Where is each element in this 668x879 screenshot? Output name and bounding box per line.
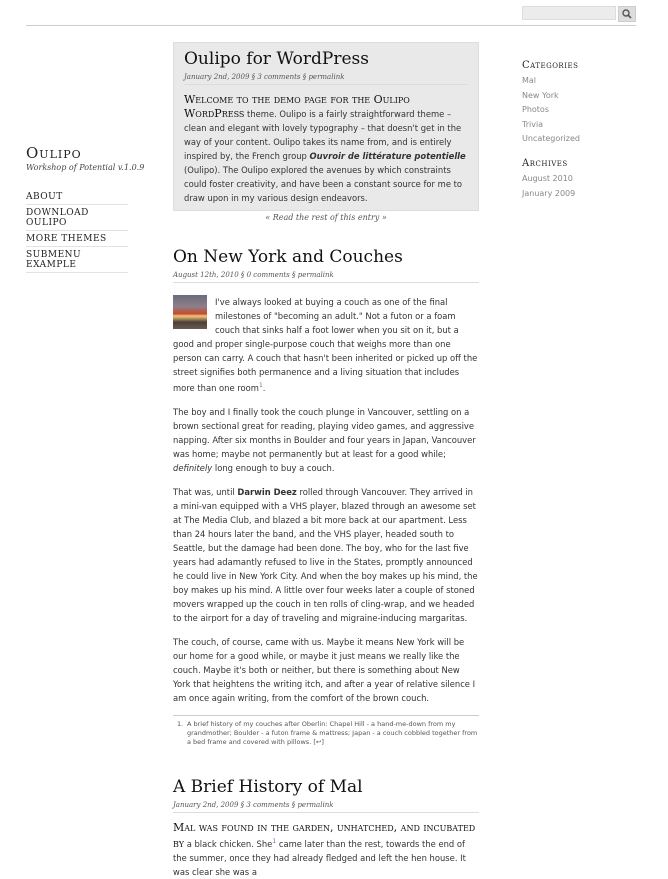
site-branding: Oulipo Workshop of Potential v.1.0.9 — [26, 144, 144, 172]
category-link[interactable]: Photos — [522, 103, 632, 118]
excerpt-text: (Oulipo). The Oulipo explored the avenue… — [184, 165, 463, 203]
category-link[interactable]: Uncategorized — [522, 132, 632, 147]
category-link[interactable]: New York — [522, 89, 632, 104]
category-link[interactable]: Mal — [522, 74, 632, 89]
archive-link[interactable]: January 2009 — [522, 187, 632, 202]
post-excerpt: Welcome to the demo page for the Oulipo … — [184, 93, 468, 205]
paragraph: The couch, of course, came with us. Mayb… — [173, 636, 476, 703]
post-meta: January 2nd, 2009 § 3 comments § permali… — [184, 73, 468, 85]
footnote: 1. A brief history of my couches after O… — [173, 714, 479, 747]
archives-heading: Archives — [522, 158, 568, 169]
post: On New York and Couches August 12th, 201… — [173, 247, 479, 747]
archive-link[interactable]: August 2010 — [522, 172, 632, 187]
search-input[interactable] — [522, 6, 616, 20]
post-meta: January 2nd, 2009 § 3 comments § permali… — [173, 801, 479, 813]
categories-widget: Categories Mal New York Photos Trivia Un… — [522, 60, 632, 147]
search-icon — [622, 9, 632, 19]
nav-item-download[interactable]: Download Oulipo — [26, 205, 128, 231]
paragraph-text: The boy and I finally took the couch plu… — [173, 406, 476, 459]
post-title[interactable]: A Brief History of Mal — [173, 777, 479, 797]
main-nav: About Download Oulipo More Themes Submen… — [26, 189, 128, 273]
site-tagline: Workshop of Potential v.1.0.9 — [26, 163, 145, 172]
paragraph-text: rolled through Vancouver. They arrived i… — [173, 486, 478, 623]
paragraph-text: . — [262, 382, 266, 393]
band-link[interactable]: Darwin Deez — [237, 487, 296, 497]
paragraph-text: long enough to buy a couch. — [212, 462, 335, 473]
post-title[interactable]: Oulipo for WordPress — [184, 49, 468, 69]
paragraph: I've always looked at buying a couch as … — [173, 295, 479, 395]
paragraph-text: I've always looked at buying a couch as … — [173, 297, 478, 393]
post-body: I've always looked at buying a couch as … — [173, 295, 479, 705]
archives-widget: Archives August 2010 January 2009 — [522, 158, 632, 201]
nav-item-submenu[interactable]: Submenu Example — [26, 247, 128, 273]
nav-item-more-themes[interactable]: More Themes — [26, 231, 128, 247]
post-title[interactable]: On New York and Couches — [173, 247, 479, 267]
post-meta: August 12th, 2010 § 0 comments § permali… — [173, 271, 479, 283]
couch-thumbnail[interactable] — [173, 295, 207, 329]
excerpt-emphasis: Ouvroir de littérature potentielle — [309, 151, 466, 161]
featured-post: Oulipo for WordPress January 2nd, 2009 §… — [173, 42, 479, 222]
site-title[interactable]: Oulipo — [26, 144, 144, 162]
post: A Brief History of Mal January 2nd, 2009… — [173, 777, 479, 879]
main-content: Oulipo for WordPress January 2nd, 2009 §… — [173, 42, 479, 879]
emphasis-text: definitely — [173, 462, 213, 473]
header-divider — [26, 25, 636, 26]
footnote-number: 1. — [177, 719, 184, 728]
search-form — [522, 6, 636, 22]
nav-item-about[interactable]: About — [26, 189, 128, 205]
paragraph-text: That was, until — [173, 486, 238, 497]
search-button[interactable] — [618, 6, 636, 22]
post-excerpt: Mal was found in the garden, unhatched, … — [173, 821, 479, 879]
read-more-link[interactable]: « Read the rest of this entry » — [184, 213, 468, 222]
category-link[interactable]: Trivia — [522, 118, 632, 133]
excerpt-text: a black chicken. She — [184, 838, 273, 849]
footnote-text: A brief history of my couches after Ober… — [187, 719, 478, 746]
paragraph: That was, until Darwin Deez rolled throu… — [173, 485, 479, 625]
paragraph: The boy and I finally took the couch plu… — [173, 405, 479, 475]
categories-heading: Categories — [522, 60, 579, 71]
